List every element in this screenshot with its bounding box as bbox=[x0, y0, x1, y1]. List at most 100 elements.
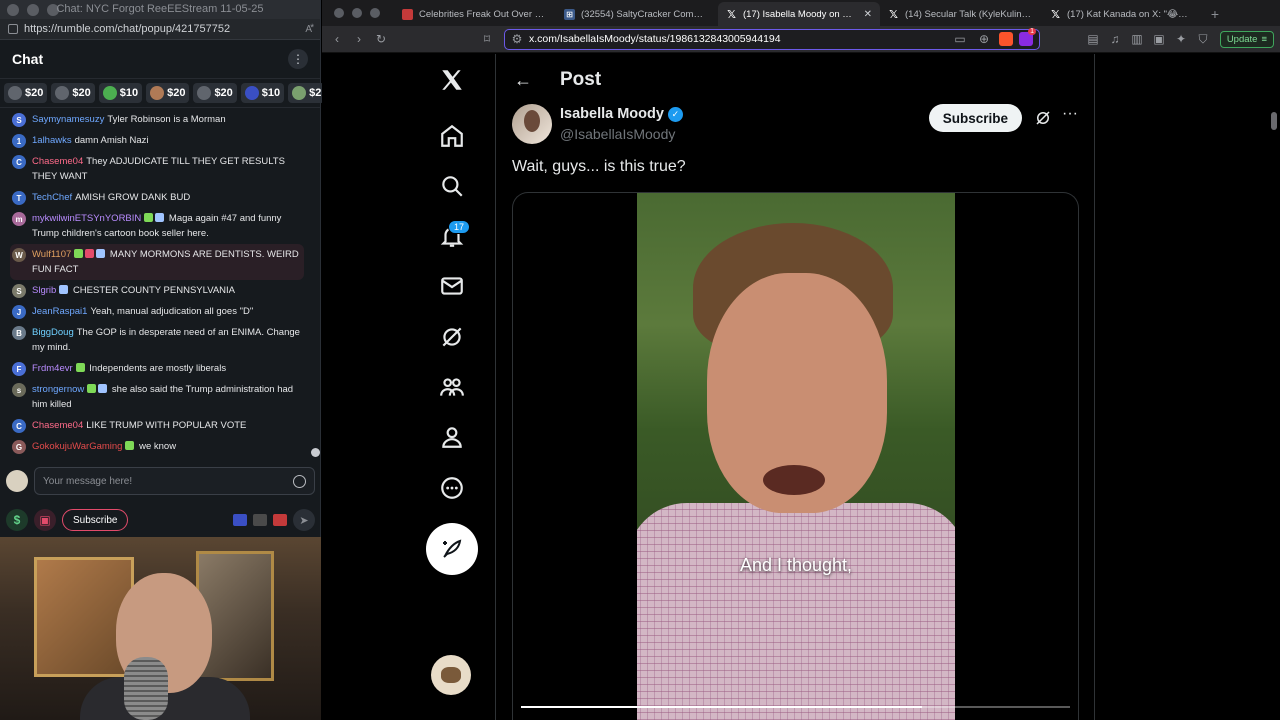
rumble-url-bar[interactable]: https://rumble.com/chat/popup/421757752 … bbox=[0, 19, 320, 40]
reload-icon[interactable]: ↻ bbox=[372, 30, 390, 48]
rant-pill[interactable]: $20 bbox=[51, 83, 95, 103]
rant-pill[interactable]: $20 bbox=[146, 83, 190, 103]
author-name-row[interactable]: Isabella Moody ✓ bbox=[560, 106, 683, 122]
more-options-icon[interactable]: ··· bbox=[1062, 105, 1078, 123]
send-icon[interactable]: ➤ bbox=[293, 509, 315, 531]
bookmark-icon[interactable]: ⌑ bbox=[478, 30, 496, 48]
chat-username[interactable]: TechChef bbox=[32, 192, 72, 203]
rant-pill[interactable]: $2 bbox=[288, 83, 326, 103]
browser-tab[interactable]: 𝕏 (14) Secular Talk (KyleKulinskiSho bbox=[880, 2, 1042, 26]
chat-username[interactable]: Wulf1107 bbox=[32, 249, 71, 260]
cast-icon[interactable]: ▭ bbox=[951, 30, 969, 48]
x-logo-icon[interactable] bbox=[430, 58, 474, 102]
chat-username[interactable]: Chaseme04 bbox=[32, 156, 83, 167]
chat-username[interactable]: Chaseme04 bbox=[32, 420, 83, 431]
media-icon[interactable]: ♫ bbox=[1106, 30, 1124, 48]
user-avatar[interactable]: F bbox=[12, 362, 26, 376]
sidebar-icon[interactable]: ▤ bbox=[1084, 30, 1102, 48]
chat-username[interactable]: Slgrib bbox=[32, 285, 56, 296]
user-avatar[interactable]: m bbox=[12, 212, 26, 226]
chat-message-list[interactable]: S Saymynamesuzy Tyler Robinson is a Morma… bbox=[0, 109, 310, 461]
update-button[interactable]: Update ≡ bbox=[1219, 30, 1274, 48]
profile-icon[interactable] bbox=[430, 415, 474, 459]
gift-button[interactable]: ▣ bbox=[34, 509, 56, 531]
address-bar[interactable]: ⚙ ▭ ⊕ 1 bbox=[504, 28, 1040, 50]
notifications-icon[interactable]: 17 bbox=[430, 214, 474, 258]
panel-icon[interactable]: ▥ bbox=[1128, 30, 1146, 48]
back-icon[interactable]: ‹ bbox=[328, 30, 346, 48]
user-avatar[interactable]: W bbox=[12, 248, 26, 262]
grok-icon[interactable] bbox=[430, 315, 474, 359]
user-avatar[interactable]: C bbox=[12, 155, 26, 169]
brave-rewards-icon[interactable]: 1 bbox=[1019, 28, 1036, 46]
account-avatar[interactable] bbox=[431, 655, 471, 695]
page-scrollbar[interactable] bbox=[1271, 112, 1277, 130]
author-avatar[interactable] bbox=[512, 104, 552, 144]
more-circle-icon[interactable] bbox=[430, 466, 474, 510]
flag-emote-icon[interactable] bbox=[233, 514, 247, 526]
user-avatar[interactable]: B bbox=[12, 326, 26, 340]
browser-tab[interactable]: 𝕏 (17) Kat Kanada on X: "😂😂 https bbox=[1042, 2, 1204, 26]
chat-username[interactable]: BiggDoug bbox=[32, 327, 74, 338]
rumble-subscribe-button[interactable]: Subscribe bbox=[62, 509, 129, 531]
rant-pill[interactable]: $10 bbox=[240, 83, 285, 103]
browser-tab-active[interactable]: 𝕏 (17) Isabella Moody on X: "Wa ✕ bbox=[718, 2, 880, 26]
browser-window: Celebrities Freak Out Over Kimme ⊞ (3255… bbox=[322, 0, 1280, 720]
rant-pill[interactable]: $10 bbox=[98, 83, 143, 103]
chat-message-input[interactable] bbox=[43, 475, 293, 487]
site-settings-icon[interactable]: ⚙ bbox=[511, 30, 523, 48]
user-avatar[interactable]: G bbox=[12, 440, 26, 454]
user-avatar[interactable]: 1 bbox=[12, 134, 26, 148]
reader-icon[interactable]: A⃰ bbox=[305, 24, 312, 35]
chat-scrollbar[interactable] bbox=[311, 448, 320, 457]
chat-username[interactable]: JeanRaspai1 bbox=[32, 306, 87, 317]
vpn-icon[interactable]: ⛉ bbox=[1194, 30, 1212, 48]
video-progress-bar[interactable] bbox=[521, 706, 1070, 708]
rumble-url-text: https://rumble.com/chat/popup/421757752 bbox=[24, 23, 231, 35]
author-handle[interactable]: @IsabellaIsMoody bbox=[560, 126, 675, 142]
brave-shields-icon[interactable] bbox=[999, 32, 1013, 46]
rant-pill[interactable]: $20 bbox=[4, 83, 48, 103]
compose-post-button[interactable] bbox=[426, 523, 478, 575]
window-controls[interactable] bbox=[334, 8, 380, 18]
explore-icon[interactable] bbox=[430, 164, 474, 208]
user-avatar[interactable]: S bbox=[12, 284, 26, 298]
chat-message: F Frdm4evr Independents are mostly liber… bbox=[10, 358, 304, 379]
browser-tab[interactable]: ⊞ (32554) SaltyCracker Community bbox=[556, 2, 718, 26]
forward-icon[interactable]: › bbox=[350, 30, 368, 48]
tab-close-icon[interactable]: ✕ bbox=[864, 9, 872, 20]
home-icon[interactable] bbox=[430, 114, 474, 158]
user-avatar[interactable]: s bbox=[12, 383, 26, 397]
user-avatar[interactable]: T bbox=[12, 191, 26, 205]
chat-menu-icon[interactable]: ⋮ bbox=[288, 49, 308, 69]
emote-icon[interactable] bbox=[273, 514, 287, 526]
video-player[interactable]: And I thought, bbox=[637, 193, 955, 720]
chat-username[interactable]: Frdm4evr bbox=[32, 363, 73, 374]
chat-username[interactable]: GokokujuWarGaming bbox=[32, 441, 122, 452]
chat-username[interactable]: Saymynamesuzy bbox=[32, 114, 104, 125]
rant-dollar-button[interactable]: $ bbox=[6, 509, 28, 531]
chat-username[interactable]: mykwilwinETSYnYORBIN bbox=[32, 213, 141, 224]
grok-explain-icon[interactable] bbox=[1034, 109, 1052, 127]
leo-icon[interactable]: ✦ bbox=[1172, 30, 1190, 48]
user-avatar[interactable]: J bbox=[12, 305, 26, 319]
address-input[interactable] bbox=[529, 33, 945, 45]
back-arrow-icon[interactable]: ← bbox=[514, 70, 532, 91]
chat-username[interactable]: strongernow bbox=[32, 384, 84, 395]
browser-tab[interactable]: Celebrities Freak Out Over Kimme bbox=[394, 2, 556, 26]
emoji-icon[interactable] bbox=[293, 474, 306, 488]
post-media[interactable]: And I thought, bbox=[512, 192, 1079, 720]
emote-icon[interactable] bbox=[253, 514, 267, 526]
messages-icon[interactable] bbox=[430, 264, 474, 308]
new-tab-icon[interactable]: + bbox=[1204, 2, 1226, 26]
rant-pill[interactable]: $20 bbox=[193, 83, 237, 103]
site-info-icon[interactable] bbox=[8, 24, 18, 34]
zoom-icon[interactable]: ⊕ bbox=[975, 30, 993, 48]
subscribe-button[interactable]: Subscribe bbox=[928, 104, 1022, 132]
user-avatar[interactable]: S bbox=[12, 113, 26, 127]
communities-icon[interactable] bbox=[430, 365, 474, 409]
menu-icon: ≡ bbox=[1261, 33, 1267, 45]
user-avatar[interactable]: C bbox=[12, 419, 26, 433]
wallet-icon[interactable]: ▣ bbox=[1150, 30, 1168, 48]
chat-username[interactable]: 1alhawks bbox=[32, 135, 72, 146]
